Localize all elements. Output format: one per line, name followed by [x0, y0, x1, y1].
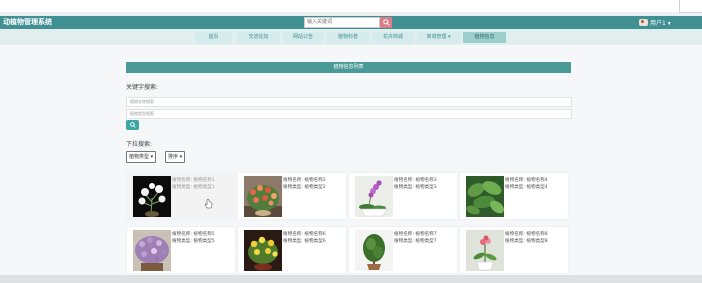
- plant-image[interactable]: [244, 176, 282, 217]
- plant-list-title: 植物信息列表: [126, 62, 571, 73]
- plant-type: 植物类型: 植物类型3: [394, 185, 437, 190]
- plant-card-info: 植物名称: 植物名称5 植物类型: 植物类型5: [172, 231, 215, 245]
- plant-card-info: 植物名称: 植物名称6 植物类型: 植物类型6: [283, 231, 326, 245]
- plant-card[interactable]: 植物名称: 植物名称2 植物类型: 植物类型2: [238, 173, 346, 219]
- plant-card[interactable]: 植物名称: 植物名称6 植物类型: 植物类型6: [238, 227, 346, 273]
- avatar: [639, 19, 648, 26]
- plant-image[interactable]: [466, 230, 504, 271]
- nav-item-home[interactable]: 首页: [195, 32, 232, 43]
- nav-item-shop-admin[interactable]: 商城管理 ▾: [417, 32, 460, 43]
- plant-name: 植物名称: 植物名称2: [283, 178, 326, 183]
- user-menu[interactable]: 用户1 ▾: [639, 16, 671, 29]
- plant-name: 植物名称: 植物名称3: [394, 178, 437, 183]
- plant-type-dropdown[interactable]: 植物类型 ▾: [126, 151, 157, 163]
- plant-type: 植物类型: 植物类型6: [283, 239, 326, 244]
- plant-type: 植物类型: 植物类型2: [283, 185, 326, 190]
- plant-card-info: 植物名称: 植物名称4 植物类型: 植物类型4: [505, 177, 548, 191]
- dropdown-search-label: 下拉搜索:: [126, 141, 153, 148]
- plant-image[interactable]: [133, 230, 171, 271]
- window-top-strip: [0, 0, 702, 12]
- plant-name: 植物名称: 植物名称5: [172, 232, 215, 237]
- hand-cursor-icon: [204, 199, 213, 209]
- header-search-button[interactable]: [380, 17, 392, 28]
- site-header: 动植物管理系统 用户1 ▾: [0, 16, 702, 29]
- plant-card-info: 植物名称: 植物名称8 植物类型: 植物类型8: [505, 231, 548, 245]
- plant-name-search-input[interactable]: 植物名称搜索: [126, 97, 572, 107]
- plant-card[interactable]: 植物名称: 植物名称1 植物类型: 植物类型1: [127, 173, 235, 219]
- plant-card-info: 植物名称: 植物名称3 植物类型: 植物类型3: [394, 177, 437, 191]
- plant-image[interactable]: [466, 176, 504, 217]
- plant-card[interactable]: 植物名称: 植物名称3 植物类型: 植物类型3: [349, 173, 457, 219]
- plant-type: 植物类型: 植物类型7: [394, 239, 437, 244]
- plant-type: 植物类型: 植物类型4: [505, 185, 548, 190]
- nav-item-shop[interactable]: 花卉商城: [372, 32, 414, 43]
- nav-item-forum[interactable]: 交流论坛: [237, 32, 280, 43]
- plant-type-search-input[interactable]: 植物类型搜索: [126, 109, 572, 119]
- plant-card[interactable]: 植物名称: 植物名称5 植物类型: 植物类型5: [127, 227, 235, 273]
- nav-item-science[interactable]: 植物科普: [327, 32, 369, 43]
- plant-name: 植物名称: 植物名称8: [505, 232, 548, 237]
- sort-dropdown[interactable]: 排序 ▾: [165, 151, 186, 163]
- plant-type: 植物类型: 植物类型8: [505, 239, 548, 244]
- search-icon: [129, 122, 136, 128]
- keyword-search-label: 关键字搜索:: [126, 84, 159, 91]
- plant-image[interactable]: [355, 176, 393, 217]
- plant-card[interactable]: 植物名称: 植物名称4 植物类型: 植物类型4: [460, 173, 568, 219]
- nav-item-notice[interactable]: 网站公告: [283, 32, 323, 43]
- plant-card[interactable]: 植物名称: 植物名称8 植物类型: 植物类型8: [460, 227, 568, 273]
- plant-name: 植物名称: 植物名称7: [394, 232, 437, 237]
- plant-card-info: 植物名称: 植物名称2 植物类型: 植物类型2: [283, 177, 326, 191]
- header-search-input[interactable]: [304, 17, 380, 28]
- plant-name: 植物名称: 植物名称4: [505, 178, 548, 183]
- search-submit-button[interactable]: [126, 120, 139, 130]
- header-search: [304, 17, 392, 28]
- main-nav: 首页 交流论坛 网站公告 植物科普 花卉商城 商城管理 ▾ 植物信息: [0, 29, 702, 45]
- nav-item-plant-info[interactable]: 植物信息: [463, 32, 506, 43]
- user-label: 用户1 ▾: [650, 20, 671, 27]
- site-brand[interactable]: 动植物管理系统: [3, 16, 52, 29]
- plant-card[interactable]: 植物名称: 植物名称7 植物类型: 植物类型7: [349, 227, 457, 273]
- search-icon: [382, 19, 390, 26]
- window-corner-tab: [679, 0, 702, 13]
- plant-card-info: 植物名称: 植物名称7 植物类型: 植物类型7: [394, 231, 437, 245]
- plant-name: 植物名称: 植物名称1: [172, 178, 215, 183]
- plant-type: 植物类型: 植物类型1: [172, 185, 215, 190]
- plant-image[interactable]: [244, 230, 282, 271]
- plant-image[interactable]: [133, 176, 171, 217]
- plant-image[interactable]: [355, 230, 393, 271]
- plant-card-info: 植物名称: 植物名称1 植物类型: 植物类型1: [172, 177, 215, 191]
- plant-type: 植物类型: 植物类型5: [172, 239, 215, 244]
- bottom-strip: [0, 275, 702, 283]
- plant-name: 植物名称: 植物名称6: [283, 232, 326, 237]
